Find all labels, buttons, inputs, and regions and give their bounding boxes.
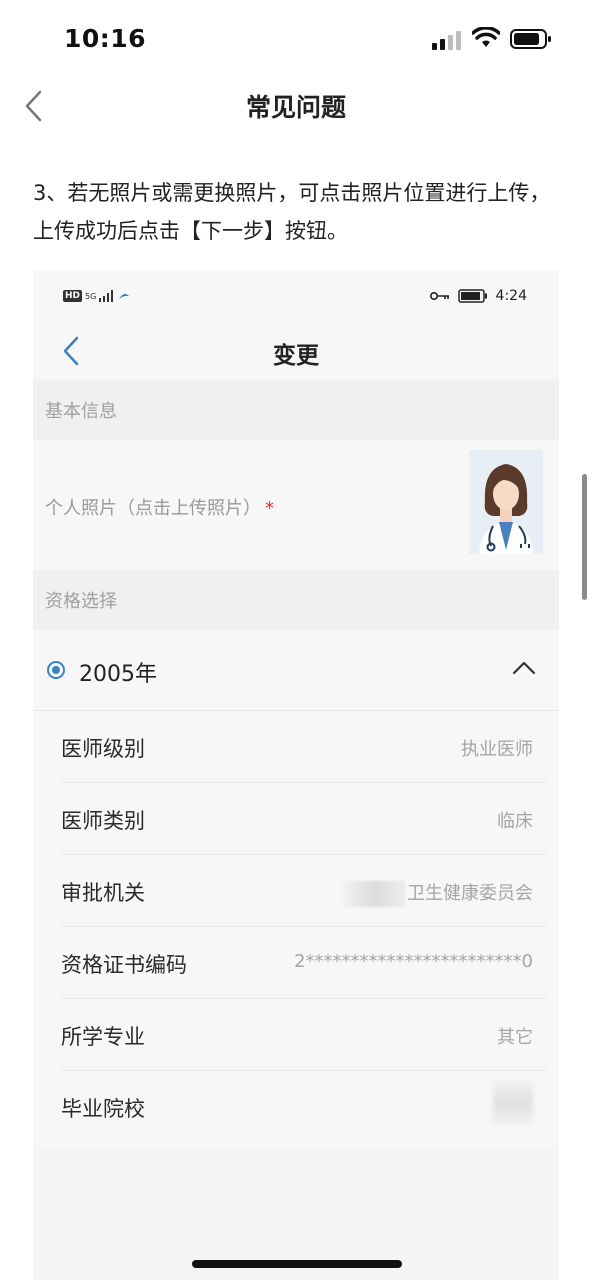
- network-type: 5G: [85, 291, 97, 301]
- detail-row-major: 所学专业 其它: [61, 999, 547, 1071]
- qualification-year: 2005年: [79, 662, 157, 687]
- page-title: 常见问题: [245, 93, 346, 122]
- scrollbar-thumb[interactable]: [582, 474, 587, 600]
- detail-row-level: 医师级别 执业医师: [61, 711, 547, 783]
- nav-bar: 常见问题: [0, 80, 592, 132]
- year-radio-button[interactable]: [47, 661, 65, 679]
- detail-row-certificate-code: 资格证书编码 2************************0: [61, 927, 547, 999]
- embedded-battery-icon: [457, 289, 487, 303]
- wifi-icon: [472, 27, 500, 47]
- detail-row-approval-authority: 审批机关 卫生健康委员会: [61, 855, 547, 927]
- photo-label-text: 个人照片（点击上传照片）: [45, 498, 261, 519]
- photo-upload-label: 个人照片（点击上传照片） *: [45, 494, 274, 520]
- hd-badge: HD: [63, 290, 83, 302]
- embedded-nav-bar: 变更: [33, 326, 559, 380]
- app-notification-icon: [119, 294, 130, 299]
- row-value: 临床: [497, 811, 533, 832]
- section-label: 基本信息: [45, 401, 117, 422]
- redacted-blur: [343, 881, 405, 907]
- detail-row-school: 毕业院校: [61, 1071, 547, 1142]
- row-label: 医师级别: [61, 737, 145, 761]
- embedded-network-status: HD 5G: [63, 290, 130, 302]
- section-header-basic-info: 基本信息: [33, 380, 559, 440]
- row-value: 2************************0: [294, 951, 533, 972]
- row-label: 所学专业: [61, 1025, 145, 1049]
- embedded-screenshot: HD 5G 4:24 变更 基本信息 个人照片（点击上传照片） * 资格选择 2…: [33, 270, 559, 1280]
- battery-icon: [510, 29, 551, 49]
- row-label: 资格证书编码: [61, 953, 187, 977]
- status-bar: 10:16: [0, 0, 592, 80]
- key-icon: [429, 292, 449, 300]
- row-label: 审批机关: [61, 881, 145, 905]
- row-label: 医师类别: [61, 809, 145, 833]
- embedded-time: 4:24: [495, 288, 527, 304]
- cellular-signal-icon: [432, 31, 461, 50]
- instruction-text: 3、若无照片或需更换照片，可点击照片位置进行上传，上传成功后点击【下一步】按钮。: [33, 181, 551, 243]
- row-value: 其它: [497, 1027, 533, 1048]
- embedded-status-bar: HD 5G 4:24: [33, 270, 559, 326]
- row-label: 毕业院校: [61, 1097, 145, 1121]
- status-time: 10:16: [64, 24, 147, 53]
- home-indicator[interactable]: [192, 1260, 402, 1268]
- photo-upload-row[interactable]: 个人照片（点击上传照片） *: [33, 440, 559, 570]
- section-header-qualification: 资格选择: [33, 570, 559, 630]
- signal-bars-icon: [99, 290, 114, 302]
- row-value-wrapper: 卫生健康委员会: [343, 879, 533, 907]
- qualification-year-row[interactable]: 2005年: [33, 630, 559, 711]
- embedded-page-title: 变更: [273, 343, 319, 369]
- embedded-status-right: 4:24: [429, 288, 527, 304]
- detail-row-category: 医师类别 临床: [61, 783, 547, 855]
- section-label: 资格选择: [45, 591, 117, 612]
- qualification-detail-list: 医师级别 执业医师 医师类别 临床 审批机关 卫生健康委员会 资格证书编码 2*…: [33, 711, 559, 1142]
- required-asterisk: *: [265, 498, 274, 519]
- redacted-blur: [493, 1081, 533, 1125]
- doctor-avatar-photo[interactable]: [469, 450, 543, 554]
- chevron-up-icon[interactable]: [511, 658, 537, 678]
- row-value: 执业医师: [461, 739, 533, 760]
- row-value: 卫生健康委员会: [407, 883, 533, 904]
